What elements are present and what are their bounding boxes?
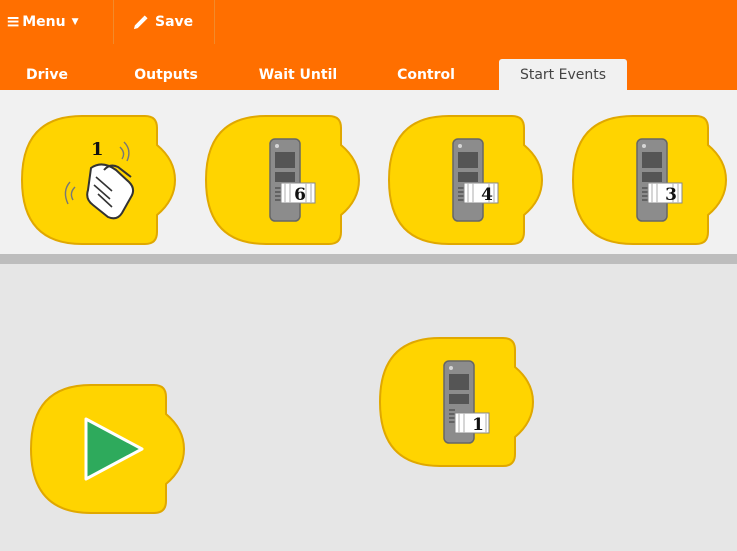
tab-start-events[interactable]: Start Events: [499, 59, 627, 90]
green-flag-start-block[interactable]: [29, 384, 191, 514]
save-button[interactable]: Save: [133, 0, 213, 44]
tab-label: Wait Until: [258, 66, 338, 83]
menu-button-label: Menu: [22, 14, 66, 30]
category-tabbar: Drive Outputs Wait Until Control Start E…: [0, 48, 737, 90]
remote-start-block[interactable]: 1: [378, 337, 540, 467]
script-workspace[interactable]: 1: [0, 264, 737, 551]
toolbar-separator: [113, 0, 114, 44]
tab-label: Start Events: [519, 66, 607, 83]
remote-start-block[interactable]: 4: [387, 115, 549, 245]
clap-count: 1: [91, 139, 104, 160]
remote-number: 6: [294, 185, 306, 205]
toolbar-separator: [214, 0, 215, 44]
app-window: ≡ Menu ▼ Save Drive Outputs Wait Until C…: [0, 0, 737, 551]
tab-wait-until[interactable]: Wait Until: [248, 59, 348, 90]
palette-divider[interactable]: [0, 254, 737, 264]
tab-label: Outputs: [134, 66, 198, 83]
hamburger-icon: ≡: [6, 11, 21, 32]
remote-start-block[interactable]: 3: [571, 115, 733, 245]
remote-number: 1: [472, 415, 484, 435]
caret-down-icon: ▼: [71, 17, 79, 27]
tab-control[interactable]: Control: [386, 59, 466, 90]
pencil-icon: [133, 14, 148, 30]
remote-number: 4: [481, 185, 493, 205]
save-button-label: Save: [155, 14, 194, 30]
tab-drive[interactable]: Drive: [16, 59, 78, 90]
block-palette: 1 6 4 3: [0, 90, 737, 254]
tab-label: Drive: [26, 66, 68, 83]
top-toolbar: ≡ Menu ▼ Save: [0, 0, 737, 48]
tab-outputs[interactable]: Outputs: [122, 59, 210, 90]
remote-number: 3: [665, 185, 677, 205]
tab-label: Control: [397, 66, 455, 83]
menu-button[interactable]: ≡ Menu ▼: [6, 0, 106, 44]
remote-start-block[interactable]: 6: [204, 115, 366, 245]
clap-start-block[interactable]: 1: [20, 115, 182, 245]
